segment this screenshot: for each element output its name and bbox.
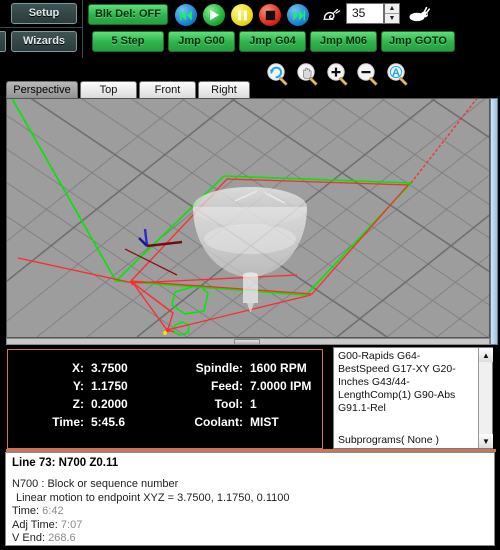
tab-front[interactable]: Front (139, 81, 196, 99)
speed-decrement-button[interactable]: ▼ (385, 14, 399, 23)
block-delete-toggle[interactable]: Blk Del: OFF (88, 4, 168, 25)
vend-label: V End: (12, 532, 46, 544)
dro-time-value: 5:45.6 (91, 415, 126, 429)
dro-coolant-value: MIST (250, 415, 279, 429)
dro-y-value: 1.1750 (91, 379, 128, 393)
subprograms-label: Subprograms( None ) (338, 434, 439, 446)
tab-perspective[interactable]: Perspective (6, 81, 78, 99)
wizards-tab-stub (0, 31, 6, 52)
speed-value: 35 (352, 6, 366, 20)
adj-time-row: Adj Time: 7:07 (12, 519, 494, 533)
scroll-down-arrow-icon[interactable]: ▼ (479, 434, 493, 448)
dro-spindle-value: 1600 RPM (250, 361, 307, 375)
current-line-details: N700 : Block or sequence number Linear m… (6, 469, 494, 546)
pause-button[interactable] (231, 4, 253, 26)
speed-increment-button[interactable]: ▲ (385, 4, 399, 13)
dro-table: X: 3.7500 Spindle: 1600 RPM Y: 1.1750 Fe… (8, 359, 322, 431)
time-row: Time: 6:42 (12, 505, 494, 519)
adj-time-label: Adj Time: (12, 518, 58, 531)
dro-coolant-label: Coolant: (194, 415, 243, 429)
rotate-view-icon[interactable] (266, 62, 292, 88)
block-description: N700 : Block or sequence number (12, 478, 179, 490)
forward-button[interactable] (287, 4, 309, 26)
jump-g04-button[interactable]: Jmp G04 (239, 31, 306, 52)
scroll-up-arrow-icon[interactable]: ▲ (479, 348, 493, 362)
zoom-tool-group: A (266, 62, 416, 92)
stop-button[interactable] (259, 4, 281, 26)
zoom-out-icon[interactable] (356, 62, 382, 88)
pan-view-icon[interactable] (296, 62, 322, 88)
speed-stepper[interactable]: ▲ ▼ (384, 3, 400, 24)
play-button[interactable] (203, 4, 225, 26)
snail-icon (323, 8, 341, 20)
toolbar-left-group: Setup Wizards (0, 0, 83, 58)
dro-row: Z: 0.2000 Tool: 1 (8, 395, 322, 413)
forward-icon (292, 10, 305, 20)
play-icon (210, 9, 219, 21)
wizards-button[interactable]: Wizards (11, 31, 77, 52)
tab-right[interactable]: Right (198, 81, 250, 99)
top-toolbar: Setup Wizards Blk Del: OFF 35 ▲ ▼ 5 Step… (0, 0, 500, 58)
dro-y-label: Y: (72, 379, 84, 393)
rapid-node (130, 280, 136, 286)
time-label: Time: (12, 505, 40, 517)
pause-icon (237, 10, 247, 20)
panel-accent-line (6, 449, 496, 452)
toolbar-divider (0, 27, 82, 28)
dro-tool-value: 1 (250, 397, 257, 411)
modal-modes-scrollbar[interactable]: ▲ ▼ (478, 348, 493, 448)
dro-row: Time: 5:45.6 Coolant: MIST (8, 413, 322, 431)
modal-modes-text: G00-Rapids G64-BestSpeed G17-XY G20-Inch… (338, 350, 456, 414)
modal-modes-panel[interactable]: G00-Rapids G64-BestSpeed G17-XY G20-Inch… (333, 347, 493, 449)
jump-goto-button[interactable]: Jmp GOTO (381, 31, 455, 52)
dro-x-value: 3.7500 (91, 361, 128, 375)
rewind-button[interactable] (175, 4, 197, 26)
adj-time-value: 7:07 (60, 518, 83, 531)
jump-g00-button[interactable]: Jmp G00 (168, 31, 235, 52)
viewport-vertical-scrollbar[interactable] (490, 98, 498, 345)
setup-button[interactable]: Setup (11, 3, 77, 24)
panel-splitter-handle[interactable] (234, 339, 260, 345)
rewind-icon (179, 10, 192, 20)
dro-feed-value: 7.0000 IPM (250, 379, 312, 393)
vend-value: 268.6 (48, 532, 76, 544)
dro-feed-label: Feed: (210, 379, 243, 393)
rabbit-icon (409, 7, 430, 22)
toolpath-viewport[interactable] (6, 98, 490, 338)
speed-input[interactable]: 35 (346, 3, 384, 24)
zoom-auto-fit-icon[interactable]: A (386, 62, 412, 88)
dro-row: X: 3.7500 Spindle: 1600 RPM (8, 359, 322, 377)
zoom-in-icon[interactable] (326, 62, 352, 88)
line-info-panel: Line 73: N700 Z0.11 N700 : Block or sequ… (5, 449, 496, 546)
current-line-header: Line 73: N700 Z0.11 (12, 457, 119, 469)
dro-z-value: 0.2000 (91, 397, 128, 411)
time-value: 6:42 (42, 505, 64, 517)
dro-tool-label: Tool: (214, 397, 243, 411)
current-position-marker (163, 331, 167, 335)
dro-panel: X: 3.7500 Spindle: 1600 RPM Y: 1.1750 Fe… (7, 349, 323, 449)
jump-m06-button[interactable]: Jmp M06 (310, 31, 377, 52)
vend-row: V End: 268.6 (12, 532, 494, 546)
motion-description: Linear motion to endpoint XYZ = 3.7500, … (16, 491, 290, 504)
dro-time-label: Time: (52, 415, 84, 429)
dro-spindle-label: Spindle: (195, 361, 243, 375)
dro-row: Y: 1.1750 Feed: 7.0000 IPM (8, 377, 322, 395)
tab-top[interactable]: Top (80, 81, 137, 99)
dro-x-label: X: (72, 361, 84, 375)
toolpath-render (7, 99, 489, 337)
stop-icon (265, 10, 275, 20)
step-mode-button[interactable]: 5 Step (92, 31, 164, 52)
rapid-node (165, 327, 171, 333)
dro-z-label: Z: (72, 397, 84, 411)
